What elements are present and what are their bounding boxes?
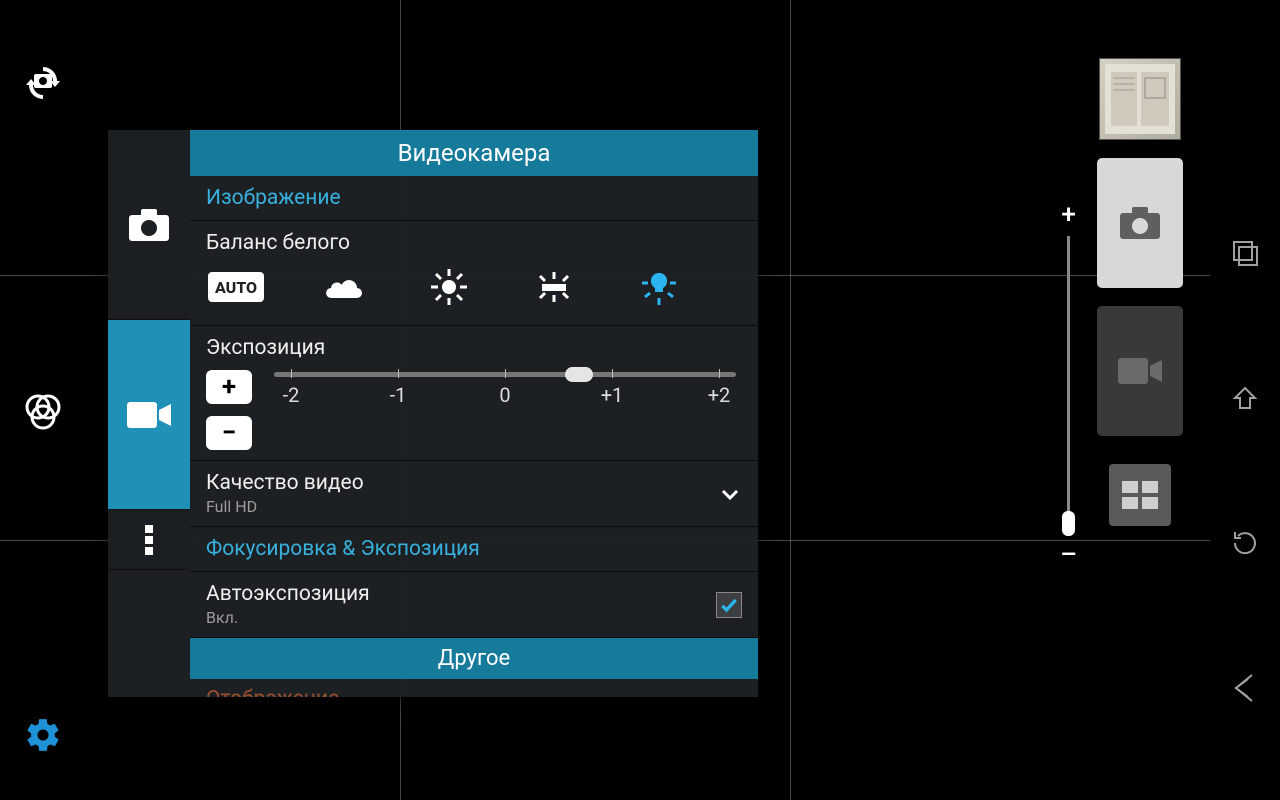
left-rail: [18, 0, 88, 800]
section-other[interactable]: Другое: [190, 638, 758, 679]
exposure-row: Экспозиция + − -2 -1 0 +1 +2: [190, 326, 758, 461]
wb-incandescent-icon[interactable]: [634, 267, 684, 307]
exposure-thumb[interactable]: [565, 367, 593, 382]
video-mode-button[interactable]: [1097, 306, 1183, 436]
white-balance-row: Баланс белого AUTO: [190, 221, 758, 326]
tick: +1: [589, 383, 635, 407]
auto-exposure-row[interactable]: Автоэкспозиция Вкл.: [190, 572, 758, 638]
auto-exposure-value: Вкл.: [206, 608, 370, 627]
tick: +2: [696, 383, 742, 407]
tab-more[interactable]: [108, 510, 190, 570]
mode-column: [1095, 58, 1185, 526]
wb-daylight-icon[interactable]: [424, 267, 474, 307]
system-navbar: [1210, 0, 1280, 800]
tab-photo[interactable]: [108, 130, 190, 320]
settings-gear-icon[interactable]: [18, 710, 68, 760]
chevron-down-icon: [718, 482, 742, 506]
zoom-minus-icon[interactable]: –: [1060, 540, 1077, 570]
white-balance-label: Баланс белого: [206, 231, 742, 255]
video-quality-row[interactable]: Качество видео Full HD: [190, 461, 758, 527]
mode-grid-button[interactable]: [1109, 464, 1171, 526]
exposure-ticks: -2 -1 0 +1 +2: [268, 383, 742, 407]
exposure-plus-button[interactable]: +: [206, 370, 252, 404]
wb-auto-option[interactable]: AUTO: [208, 272, 264, 302]
color-effects-icon[interactable]: [18, 385, 68, 435]
exposure-label: Экспозиция: [206, 336, 742, 360]
home-icon[interactable]: [1223, 376, 1267, 420]
grid-line-vertical: [790, 0, 791, 800]
tick: -1: [375, 383, 421, 407]
exposure-slider[interactable]: -2 -1 0 +1 +2: [268, 370, 742, 407]
video-quality-value: Full HD: [206, 497, 364, 516]
switch-camera-icon[interactable]: [18, 60, 68, 110]
tick: 0: [482, 383, 528, 407]
auto-exposure-label: Автоэкспозиция: [206, 582, 370, 606]
zoom-plus-icon[interactable]: +: [1061, 200, 1075, 230]
settings-title: Видеокамера: [190, 130, 758, 176]
wb-fluorescent-icon[interactable]: [529, 267, 579, 307]
zoom-slider[interactable]: + –: [1060, 200, 1077, 570]
settings-tab-rail: [108, 130, 190, 570]
last-photo-thumbnail[interactable]: [1099, 58, 1181, 140]
tick: -2: [268, 383, 314, 407]
wb-cloudy-icon[interactable]: [319, 267, 369, 307]
section-focus-exposure: Фокусировка & Экспозиция: [190, 527, 758, 572]
cutoff-row: Отображение: [190, 679, 758, 697]
zoom-track[interactable]: [1067, 236, 1070, 534]
recents-icon[interactable]: [1223, 231, 1267, 275]
video-quality-label: Качество видео: [206, 471, 364, 495]
rotate-icon[interactable]: [1223, 521, 1267, 565]
zoom-handle[interactable]: [1062, 511, 1075, 536]
camera-settings-menu: Видеокамера Изображение Баланс белого AU…: [108, 130, 758, 697]
settings-body: Видеокамера Изображение Баланс белого AU…: [190, 130, 758, 697]
tab-video[interactable]: [108, 320, 190, 510]
exposure-minus-button[interactable]: −: [206, 416, 252, 450]
photo-mode-button[interactable]: [1097, 158, 1183, 288]
auto-exposure-checkbox[interactable]: [716, 592, 742, 618]
back-icon[interactable]: [1223, 666, 1267, 710]
section-image: Изображение: [190, 176, 758, 221]
